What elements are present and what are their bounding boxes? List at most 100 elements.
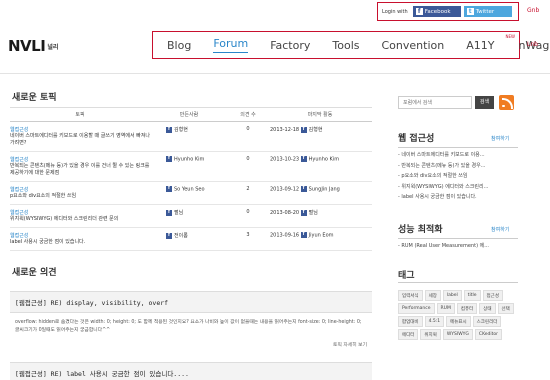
tag[interactable]: 상태 <box>479 303 496 314</box>
nav-factory[interactable]: Factory <box>270 39 310 52</box>
topic-title[interactable]: 네이버 스마트에디터를 키보드로 이용할 때 글쓰기 영역에서 빠져나가려면? <box>10 133 150 146</box>
forum-search-input[interactable] <box>398 96 472 109</box>
facebook-icon: f <box>300 232 307 238</box>
topic-creator: 전이롬 <box>174 233 188 239</box>
tag[interactable]: 접근성 <box>482 290 503 301</box>
col-last-activity: 마지막 활동 <box>268 107 372 122</box>
table-row: 웹접근성 label 사용시 궁금한 점이 있습니다. f 전이롬 3 2013-0… <box>10 227 372 251</box>
gnb-annotation: Gnb <box>527 7 540 14</box>
topic-last-user: SungJin Jang <box>308 186 340 193</box>
facebook-icon: f <box>300 209 307 216</box>
facebook-icon: f <box>166 232 172 239</box>
list-item[interactable]: - 위지윅(WYSIWYG) 에디터와 스크린리... <box>398 182 518 193</box>
topic-category[interactable]: 웹접근성 <box>10 186 150 193</box>
rss-icon[interactable] <box>499 95 514 110</box>
main-nav: Blog Forum Factory Tools Convention A11Y… <box>152 31 550 59</box>
site-logo[interactable]: NVLI 널리 <box>8 37 58 55</box>
topic-date: 2013-09-16 <box>270 232 300 239</box>
new-opinions-title: 새로운 의견 <box>12 268 57 278</box>
login-label: Login with <box>382 8 408 15</box>
opinion-item: [웹접근성] RE) display, visibility, overf ov… <box>10 291 372 348</box>
topic-category[interactable]: 웹접근성 <box>10 126 150 133</box>
opinion-body: overflow: hidden로 숨겼다는 것은 width: 0; heig… <box>15 320 362 333</box>
opinion-title[interactable]: [웹접근성] RE) display, visibility, overf <box>10 291 372 313</box>
topic-date: 2013-09-12 <box>270 186 300 193</box>
list-item[interactable]: - label 사용시 궁금한 점이 있습니다. <box>398 192 518 203</box>
tag[interactable]: RUM <box>436 303 455 314</box>
topic-date: 2013-08-20 <box>270 210 300 216</box>
tag-cloud: 입력서식 세장 label title 접근성 Performance RUM … <box>398 290 520 340</box>
twitter-login-button[interactable]: t Twitter <box>463 6 512 17</box>
opinion-title[interactable]: [웹접근성] RE) label 사용시 궁금한 점이 있습니다.... <box>10 362 372 380</box>
topic-category[interactable]: 웹접근성 <box>10 209 150 216</box>
tag[interactable]: 에디터 <box>398 329 419 340</box>
facebook-login-button[interactable]: f Facebook <box>412 6 461 17</box>
topic-count: 0 <box>228 121 268 152</box>
facebook-icon: f <box>166 156 172 162</box>
opinion-item: [웹접근성] RE) label 사용시 궁금한 점이 있습니다.... <box>10 362 372 380</box>
nav-a11y[interactable]: A11Y <box>466 39 494 52</box>
facebook-icon: f <box>300 126 307 133</box>
tag[interactable]: 입력서식 <box>398 290 423 301</box>
facebook-label: Facebook <box>424 8 451 15</box>
divider <box>398 238 518 239</box>
col-topic: 토픽 <box>10 107 150 122</box>
topic-count: 3 <box>228 227 268 251</box>
new-topics-title: 새로운 토픽 <box>12 93 57 103</box>
a11y-section-title: 웹 접근성 <box>398 134 435 144</box>
list-item[interactable]: - RUM (Real User Measurement) 에... <box>398 241 518 252</box>
nav-tools[interactable]: Tools <box>332 39 359 52</box>
tag[interactable]: 팝업대비 <box>398 316 423 327</box>
tag[interactable]: WYSIWYG <box>442 329 473 340</box>
logo-mark: NVLI <box>8 37 46 55</box>
divider <box>398 282 518 283</box>
tag[interactable]: 스크린리더 <box>472 316 502 327</box>
nav-blog[interactable]: Blog <box>167 39 191 52</box>
tag[interactable]: 메뉴표시 <box>446 316 471 327</box>
new-badge: NEW <box>505 34 515 39</box>
twitter-icon: t <box>466 8 474 15</box>
list-item[interactable]: - 네이버 스마트에디터를 키보드로 이용... <box>398 150 518 161</box>
tag[interactable]: 컴퓨터 <box>456 303 478 314</box>
table-row: 웹접근성 반복되는 콘텐츠(메뉴 등)가 있을 경우 이를 건너 뛸 수 있는 링… <box>10 151 372 182</box>
topic-category[interactable]: 웹접근성 <box>10 232 150 239</box>
nav-forum[interactable]: Forum <box>213 37 249 53</box>
facebook-icon: f <box>166 186 172 192</box>
list-item[interactable]: - p요소와 div요소의 적절한 쓰임 <box>398 171 518 182</box>
facebook-icon: f <box>300 156 307 162</box>
tag[interactable]: 세장 <box>424 290 441 301</box>
list-item[interactable]: - 반복되는 콘텐츠(메뉴 등)가 있을 경우... <box>398 161 518 172</box>
table-row: 웹접근성 p요소와 div요소의 적절한 쓰임 f So Yeun Seo 2 20… <box>10 181 372 205</box>
tag[interactable]: 4.5:1 <box>424 316 445 327</box>
tag[interactable]: Performance <box>398 303 435 314</box>
topic-title[interactable]: p요소와 div요소의 적절한 쓰임 <box>10 193 76 199</box>
facebook-icon: f <box>166 126 172 133</box>
topic-creator: Hyunho Kim <box>174 156 205 163</box>
facebook-icon: f <box>415 8 423 15</box>
topic-creator: 펄님 <box>174 210 184 216</box>
table-row: 웹접근성 네이버 스마트에디터를 키보드로 이용할 때 글쓰기 영역에서 빠져나가… <box>10 121 372 152</box>
login-bar: Login with f Facebook t Twitter <box>377 2 519 21</box>
topic-last-user: 김형현 <box>308 127 323 133</box>
tag[interactable]: title <box>463 290 481 301</box>
topic-category[interactable]: 웹접근성 <box>10 156 150 163</box>
topic-title[interactable]: label 사용시 궁금한 점이 있습니다. <box>10 239 85 245</box>
nav-convention[interactable]: Convention <box>382 39 445 52</box>
twitter-label: Twitter <box>475 8 495 15</box>
lnb-annotation: Lnb <box>527 41 538 48</box>
topic-count: 2 <box>228 181 268 205</box>
header-divider <box>0 73 550 74</box>
tag[interactable]: 선택 <box>497 303 514 314</box>
topic-title[interactable]: 위지윅(WYSIWYG) 에디터와 스크린리더 관련 문의 <box>10 216 118 222</box>
tag[interactable]: label <box>442 290 462 301</box>
tag[interactable]: 위지윅 <box>420 329 441 340</box>
topic-count: 0 <box>228 151 268 182</box>
search-button[interactable]: 검색 <box>475 96 494 109</box>
a11y-join-link[interactable]: 참여하기 <box>491 135 509 142</box>
logo-sub: 널리 <box>47 43 59 51</box>
tag[interactable]: CKeditor <box>474 329 503 340</box>
perf-section-title: 성능 최적화 <box>398 225 443 235</box>
topic-detail-link[interactable]: 토픽 자세히 보기 <box>10 335 372 348</box>
perf-join-link[interactable]: 참여하기 <box>491 226 509 233</box>
topic-title[interactable]: 반복되는 콘텐츠(메뉴 등)가 있을 경우 이를 건너 뛸 수 있는 링크를 제… <box>10 163 149 176</box>
